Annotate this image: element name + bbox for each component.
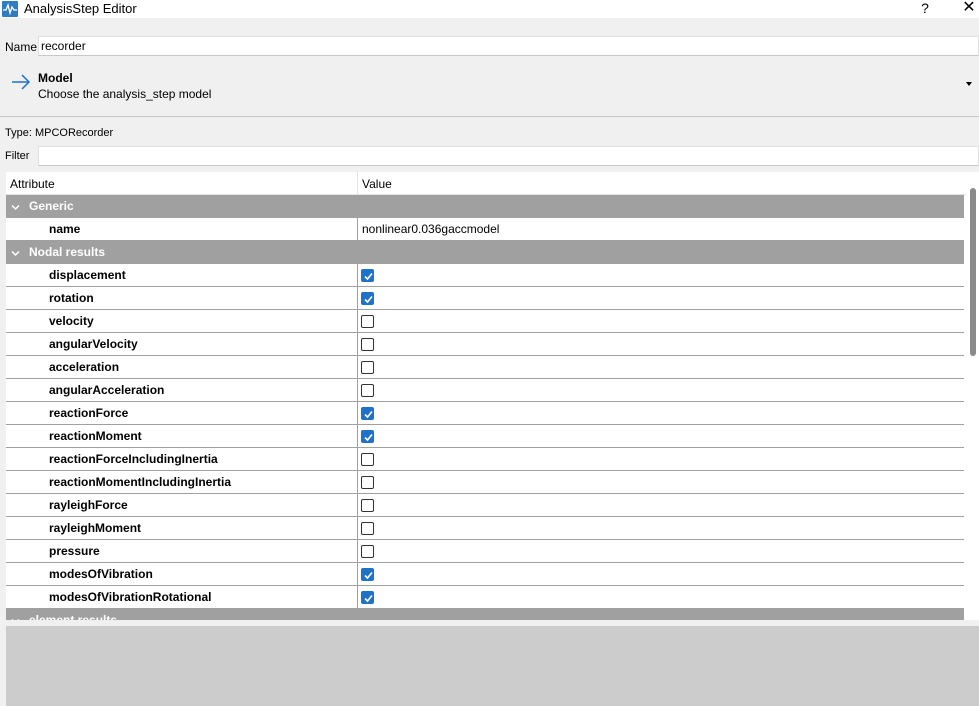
attribute-checkbox[interactable] bbox=[361, 384, 374, 397]
table-row: pressure bbox=[6, 540, 964, 563]
name-label: Name bbox=[5, 40, 38, 54]
type-label: Type: MPCORecorder bbox=[5, 127, 114, 139]
attribute-name: name bbox=[49, 222, 81, 236]
tree-header: Attribute Value bbox=[6, 172, 966, 195]
table-row: angularAcceleration bbox=[6, 379, 964, 402]
table-row: reactionMoment bbox=[6, 425, 964, 448]
attribute-name: angularVelocity bbox=[49, 337, 138, 351]
group-label: Nodal results bbox=[29, 245, 106, 259]
attribute-name: velocity bbox=[49, 314, 94, 328]
filter-label: Filter bbox=[5, 150, 30, 162]
attribute-checkbox[interactable] bbox=[361, 499, 374, 512]
arrow-right-icon bbox=[11, 74, 31, 93]
attribute-checkbox[interactable] bbox=[361, 591, 374, 604]
attribute-name: displacement bbox=[49, 268, 126, 282]
table-row: rayleighMoment bbox=[6, 517, 964, 540]
group-header[interactable]: Nodal results bbox=[6, 241, 964, 264]
attribute-checkbox[interactable] bbox=[361, 338, 374, 351]
attribute-checkbox[interactable] bbox=[361, 430, 374, 443]
tree-rows: Generic name nonlinear0.036gaccmodel Nodal … bbox=[6, 195, 964, 620]
attribute-name: reactionForce bbox=[49, 406, 129, 420]
header-divider[interactable] bbox=[357, 172, 358, 195]
chevron-down-icon[interactable] bbox=[11, 247, 20, 261]
header-value[interactable]: Value bbox=[362, 177, 392, 191]
column-divider bbox=[357, 287, 358, 309]
column-divider bbox=[357, 540, 358, 562]
column-divider bbox=[357, 402, 358, 424]
chevron-down-icon[interactable] bbox=[11, 201, 20, 215]
column-divider bbox=[357, 333, 358, 355]
column-divider bbox=[357, 218, 358, 240]
table-row: velocity bbox=[6, 310, 964, 333]
attribute-name: reactionForceIncludingInertia bbox=[49, 452, 218, 466]
table-row: modesOfVibrationRotational bbox=[6, 586, 964, 609]
window-title: AnalysisStep Editor bbox=[24, 1, 137, 16]
attribute-checkbox[interactable] bbox=[361, 269, 374, 282]
attribute-name: modesOfVibration bbox=[49, 567, 153, 581]
column-divider bbox=[357, 471, 358, 493]
description-panel bbox=[6, 626, 979, 706]
attribute-checkbox[interactable] bbox=[361, 361, 374, 374]
vertical-scrollbar[interactable] bbox=[970, 188, 976, 356]
attribute-name: rayleighForce bbox=[49, 498, 128, 512]
attribute-value[interactable]: nonlinear0.036gaccmodel bbox=[362, 223, 499, 236]
group-header[interactable]: element results bbox=[6, 609, 964, 620]
model-selector[interactable]: Model Choose the analysis_step model bbox=[0, 62, 979, 110]
attribute-name: reactionMomentIncludingInertia bbox=[49, 475, 232, 489]
attribute-checkbox[interactable] bbox=[361, 407, 374, 420]
attribute-checkbox[interactable] bbox=[361, 568, 374, 581]
column-divider bbox=[357, 448, 358, 470]
attribute-name: acceleration bbox=[49, 360, 120, 374]
attribute-checkbox[interactable] bbox=[361, 522, 374, 535]
table-row: acceleration bbox=[6, 356, 964, 379]
help-button[interactable]: ? bbox=[916, 0, 934, 18]
attribute-checkbox[interactable] bbox=[361, 315, 374, 328]
header-attribute[interactable]: Attribute bbox=[10, 177, 55, 191]
model-description: Choose the analysis_step model bbox=[38, 87, 212, 101]
table-row: modesOfVibration bbox=[6, 563, 964, 586]
attribute-checkbox[interactable] bbox=[361, 453, 374, 466]
group-label: Generic bbox=[29, 199, 74, 213]
attribute-name: modesOfVibrationRotational bbox=[49, 590, 212, 604]
separator bbox=[0, 116, 979, 117]
table-row: name nonlinear0.036gaccmodel bbox=[6, 218, 964, 241]
table-row: angularVelocity bbox=[6, 333, 964, 356]
column-divider bbox=[357, 310, 358, 332]
table-row: reactionForce bbox=[6, 402, 964, 425]
column-divider bbox=[357, 586, 358, 608]
attribute-checkbox[interactable] bbox=[361, 292, 374, 305]
attribute-name: pressure bbox=[49, 544, 100, 558]
attribute-name: angularAcceleration bbox=[49, 383, 165, 397]
column-divider bbox=[357, 563, 358, 585]
group-header[interactable]: Generic bbox=[6, 195, 964, 218]
attribute-tree: Attribute Value Generic name nonlinear0.03… bbox=[6, 172, 979, 620]
filter-input[interactable] bbox=[38, 146, 979, 166]
column-divider bbox=[357, 494, 358, 516]
title-bar: AnalysisStep Editor ? ✕ bbox=[0, 0, 979, 18]
attribute-name: rotation bbox=[49, 291, 94, 305]
app-icon bbox=[2, 1, 18, 17]
column-divider bbox=[357, 379, 358, 401]
table-row: rotation bbox=[6, 287, 964, 310]
attribute-name: reactionMoment bbox=[49, 429, 142, 443]
column-divider bbox=[357, 517, 358, 539]
chevron-down-icon[interactable] bbox=[11, 615, 20, 620]
table-row: reactionMomentIncludingInertia bbox=[6, 471, 964, 494]
name-input[interactable] bbox=[38, 36, 979, 56]
attribute-checkbox[interactable] bbox=[361, 476, 374, 489]
close-button[interactable]: ✕ bbox=[958, 0, 979, 18]
attribute-name: rayleighMoment bbox=[49, 521, 142, 535]
column-divider bbox=[357, 356, 358, 378]
model-title: Model bbox=[38, 71, 73, 85]
attribute-checkbox[interactable] bbox=[361, 545, 374, 558]
table-row: rayleighForce bbox=[6, 494, 964, 517]
table-row: displacement bbox=[6, 264, 964, 287]
group-label: element results bbox=[29, 613, 118, 621]
column-divider bbox=[357, 425, 358, 447]
chevron-down-icon[interactable] bbox=[966, 82, 972, 86]
table-row: reactionForceIncludingInertia bbox=[6, 448, 964, 471]
column-divider bbox=[357, 264, 358, 286]
